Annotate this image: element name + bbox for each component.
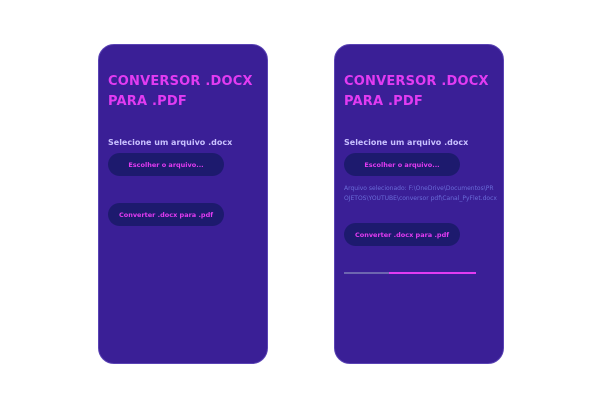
- progress-track: [344, 272, 389, 274]
- select-file-label: Selecione um arquivo .docx: [344, 138, 469, 147]
- app-title: CONVERSOR .DOCX PARA .PDF: [108, 74, 253, 109]
- convert-button[interactable]: Converter .docx para .pdf: [344, 223, 460, 246]
- selected-file-text: Arquivo selecionado: F:\OneDrive\Documen…: [344, 185, 497, 202]
- progress-fill: [389, 272, 476, 274]
- stage: CONVERSOR .DOCX PARA .PDF Selecione um a…: [0, 0, 612, 408]
- convert-button[interactable]: Converter .docx para .pdf: [108, 203, 224, 226]
- select-file-label: Selecione um arquivo .docx: [108, 138, 233, 147]
- choose-file-button[interactable]: Escolher o arquivo...: [344, 153, 460, 176]
- app-window-selected: CONVERSOR .DOCX PARA .PDF Selecione um a…: [334, 44, 504, 364]
- progress-bar: [344, 272, 476, 274]
- app-title: CONVERSOR .DOCX PARA .PDF: [344, 74, 489, 109]
- choose-file-button[interactable]: Escolher o arquivo...: [108, 153, 224, 176]
- app-window-initial: CONVERSOR .DOCX PARA .PDF Selecione um a…: [98, 44, 268, 364]
